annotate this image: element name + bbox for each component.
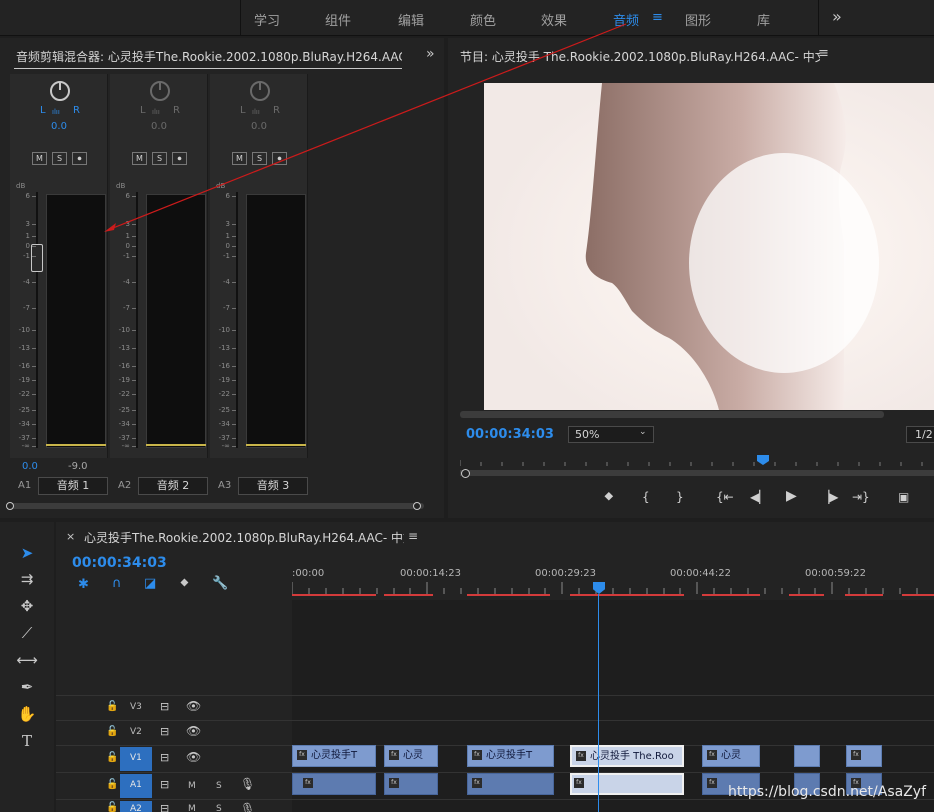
watermark-text: https://blog.csdn.net/AsaZyf — [728, 784, 927, 800]
annotation-arrow — [104, 23, 627, 232]
